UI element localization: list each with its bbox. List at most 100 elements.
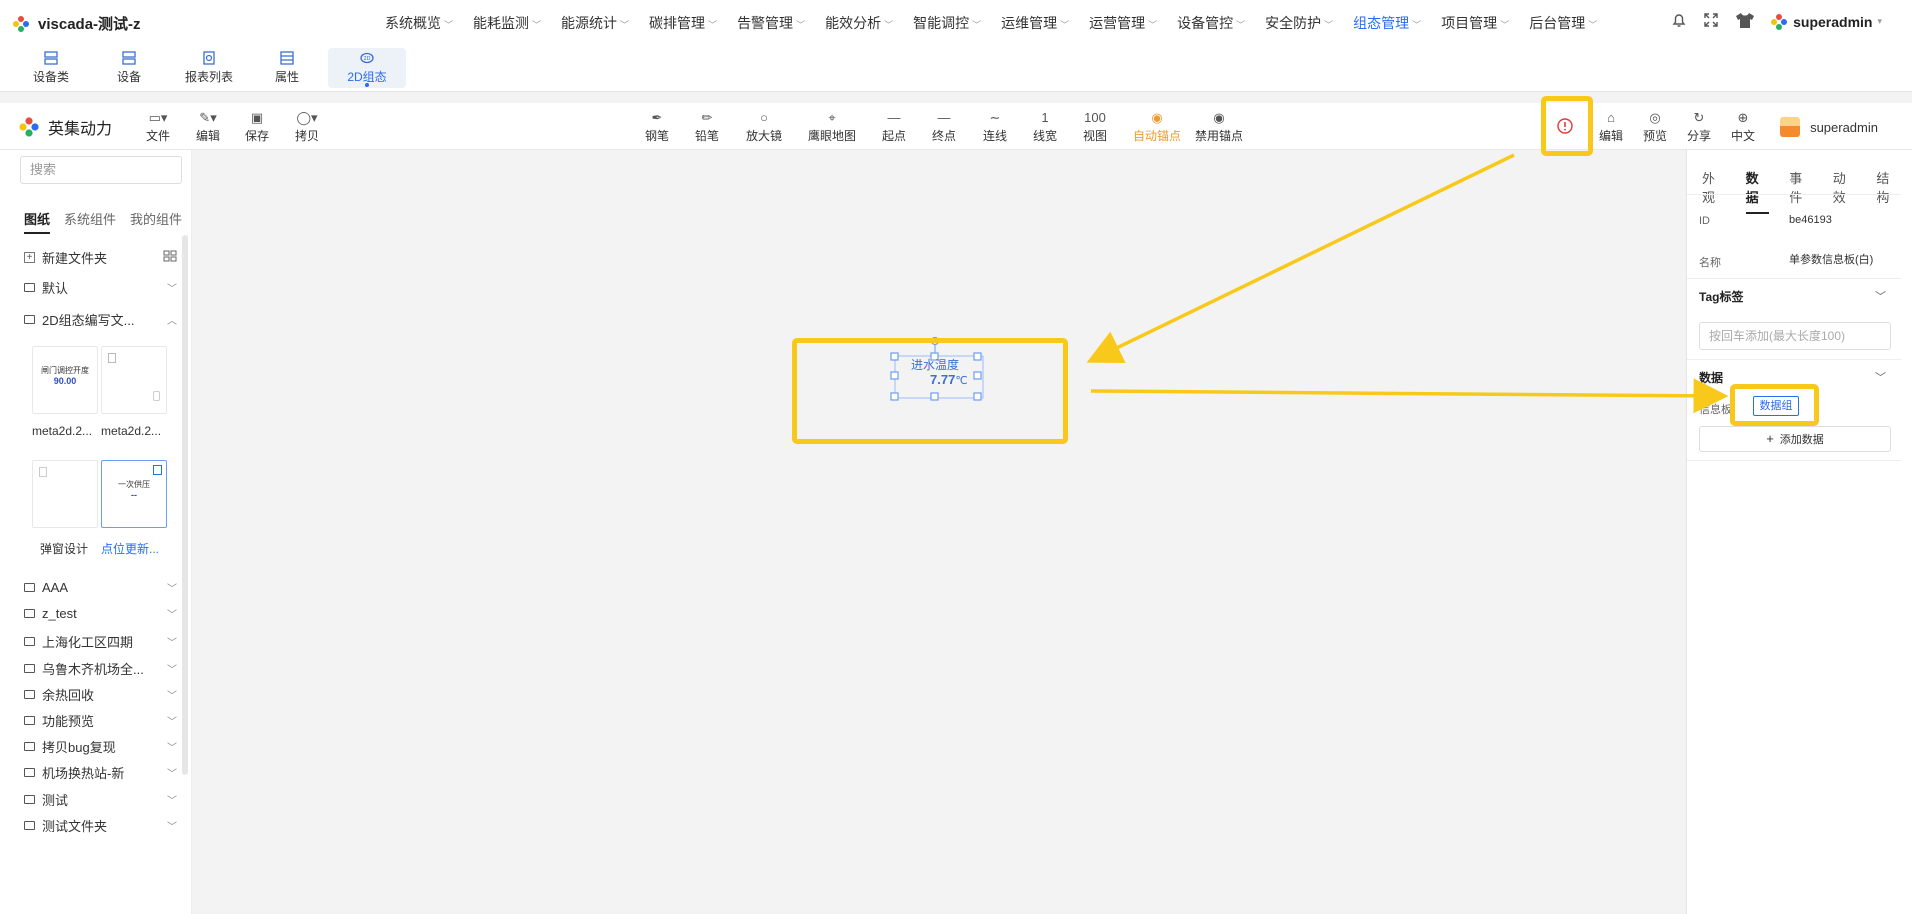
folder-default[interactable]: 默认 ﹀: [24, 278, 177, 297]
menu-item-label: 安全防护: [1265, 15, 1322, 31]
disable-anchor-tool[interactable]: ◉ 禁用锚点: [1195, 109, 1243, 144]
tab-drawings[interactable]: 图纸: [24, 209, 51, 234]
menu-item[interactable]: 能源统计 ﹀: [561, 13, 629, 33]
language-button[interactable]: ⊕ 中文: [1731, 109, 1755, 144]
bell-icon[interactable]: [1670, 11, 1688, 32]
left-scrollbar[interactable]: [182, 235, 188, 775]
folder-item[interactable]: AAA ﹀: [24, 580, 177, 595]
subtab-report-list[interactable]: 报表列表: [170, 48, 248, 88]
subtab-label: 报表列表: [184, 70, 233, 84]
chevron-down-icon[interactable]: ﹀: [1875, 369, 1886, 385]
menu-item[interactable]: 后台管理 ﹀: [1529, 13, 1597, 33]
folder-item[interactable]: 测试文件夹 ﹀: [24, 816, 177, 835]
tab-my-components[interactable]: 我的组件: [130, 209, 182, 234]
fullscreen-icon[interactable]: [1702, 11, 1720, 32]
edit-icon: ✎▾: [199, 110, 217, 125]
menu-item[interactable]: 安全防护 ﹀: [1265, 13, 1333, 33]
editor-user[interactable]: superadmin: [1780, 117, 1878, 137]
copy-menu[interactable]: ◯▾ 拷贝: [295, 109, 319, 144]
menu-item[interactable]: 运维管理 ﹀: [1001, 13, 1069, 33]
design-canvas[interactable]: 进水温度 7.77℃: [192, 150, 1686, 914]
search-input[interactable]: 搜索: [20, 156, 182, 184]
menu-item[interactable]: 项目管理 ﹀: [1441, 13, 1509, 33]
menu-item[interactable]: 能效分析 ﹀: [825, 13, 893, 33]
subtab-device-class[interactable]: 设备类: [12, 48, 90, 88]
subtab-device[interactable]: 设备: [90, 48, 168, 88]
pen-tool[interactable]: ✒ 钢笔: [645, 109, 669, 144]
folder-item[interactable]: 机场换热站-新 ﹀: [24, 763, 177, 782]
file-menu[interactable]: ▭▾ 文件: [146, 109, 170, 144]
chevron-down-icon: ﹀: [1500, 20, 1510, 30]
chevron-down-icon: ﹀: [167, 743, 177, 755]
drawing-thumb[interactable]: [32, 460, 98, 528]
line-width-tool[interactable]: 1 线宽: [1033, 109, 1057, 144]
folder-item[interactable]: 余热回收 ﹀: [24, 685, 177, 704]
connect-line-tool[interactable]: ∼ 连线: [983, 109, 1007, 144]
app-brand[interactable]: viscada-测试-z: [12, 13, 141, 34]
tab-appearance[interactable]: 外观: [1702, 168, 1726, 214]
menu-item[interactable]: 智能调控 ﹀: [913, 13, 981, 33]
subtab-label: 设备类: [32, 70, 69, 84]
chevron-down-icon[interactable]: ﹀: [1875, 288, 1886, 304]
save-button[interactable]: ▣ 保存: [245, 109, 269, 144]
plus-icon: +: [1766, 431, 1774, 446]
delete-icon[interactable]: [153, 465, 162, 475]
preview-button[interactable]: ◎ 预览: [1643, 109, 1667, 144]
editor-username: superadmin: [1810, 119, 1878, 135]
tab-structure[interactable]: 结构: [1876, 168, 1900, 214]
add-data-button[interactable]: + 添加数据: [1699, 426, 1891, 452]
folder-icon: [24, 583, 35, 592]
folder-item[interactable]: 上海化工区四期 ﹀: [24, 632, 177, 651]
chevron-down-icon: ﹀: [167, 284, 177, 295]
menu-item-label: 后台管理: [1529, 15, 1586, 31]
new-folder-button[interactable]: + 新建文件夹: [24, 248, 177, 267]
subtab-2d-config[interactable]: 2D 2D组态: [328, 48, 406, 88]
menu-item[interactable]: 运营管理 ﹀: [1089, 13, 1157, 33]
drawing-thumb-selected[interactable]: 一次供压 --: [101, 460, 167, 528]
share-button[interactable]: ↻ 分享: [1687, 109, 1711, 144]
minimap-tool[interactable]: ⌖ 鹰眼地图: [808, 109, 856, 144]
menu-item[interactable]: 系统概览 ﹀: [385, 13, 453, 33]
svg-text:2D: 2D: [363, 56, 370, 62]
pencil-tool[interactable]: ✏ 铅笔: [695, 109, 719, 144]
folder-item[interactable]: 功能预览 ﹀: [24, 711, 177, 730]
tab-animation[interactable]: 动效: [1833, 168, 1857, 214]
drawing-thumb[interactable]: 闸门调控开度 90.00: [32, 346, 98, 414]
folder-label: 测试文件夹: [42, 818, 108, 834]
edit-menu[interactable]: ✎▾ 编辑: [196, 109, 220, 144]
folder-2d-config[interactable]: 2D组态编写文... ︿: [24, 310, 177, 329]
avatar: [1780, 117, 1801, 137]
folder-item[interactable]: 拷贝bug复现 ﹀: [24, 737, 177, 756]
drawing-thumb[interactable]: [101, 346, 167, 414]
end-point-tool[interactable]: — 终点: [932, 109, 956, 144]
folder-label: 功能预览: [42, 714, 95, 729]
tab-events[interactable]: 事件: [1789, 168, 1813, 214]
tab-system-components[interactable]: 系统组件: [64, 209, 116, 234]
folder-item[interactable]: 测试 ﹀: [24, 790, 177, 809]
tab-data[interactable]: 数据: [1745, 168, 1770, 214]
top-user-menu[interactable]: superadmin ▾: [1770, 13, 1882, 31]
menu-item[interactable]: 能耗监测 ﹀: [473, 13, 541, 33]
folder-item[interactable]: z_test ﹀: [24, 606, 177, 621]
grid-view-icon[interactable]: [163, 250, 177, 265]
folder-item[interactable]: 乌鲁木齐机场全... ﹀: [24, 659, 177, 678]
tool-label: 文件: [146, 129, 171, 143]
tag-section-header[interactable]: Tag标签: [1699, 288, 1743, 305]
magnifier-tool[interactable]: ○ 放大镜: [746, 109, 782, 144]
subtab-attributes[interactable]: 属性: [248, 48, 326, 88]
menu-item[interactable]: 设备管控 ﹀: [1177, 13, 1245, 33]
auto-anchor-tool[interactable]: ◉ 自动锚点: [1133, 109, 1181, 144]
menu-item[interactable]: 告警管理 ﹀: [737, 13, 805, 33]
device-class-icon: [44, 51, 58, 65]
edit-mode-button[interactable]: ⌂ 编辑: [1599, 109, 1623, 144]
data-section-header[interactable]: 数据: [1699, 369, 1723, 386]
theme-shirt-icon[interactable]: [1734, 11, 1756, 32]
menu-item[interactable]: 碳排管理 ﹀: [649, 13, 717, 33]
tag-input[interactable]: 按回车添加(最大长度100): [1699, 322, 1891, 350]
menu-item[interactable]: 组态管理 ﹀: [1353, 13, 1421, 33]
folder-icon: [24, 637, 35, 647]
pen-icon: ✒: [651, 110, 663, 125]
view-zoom-tool[interactable]: 100 视图: [1083, 109, 1107, 144]
start-point-tool[interactable]: — 起点: [882, 109, 906, 144]
chevron-down-icon: ﹀: [167, 821, 177, 833]
